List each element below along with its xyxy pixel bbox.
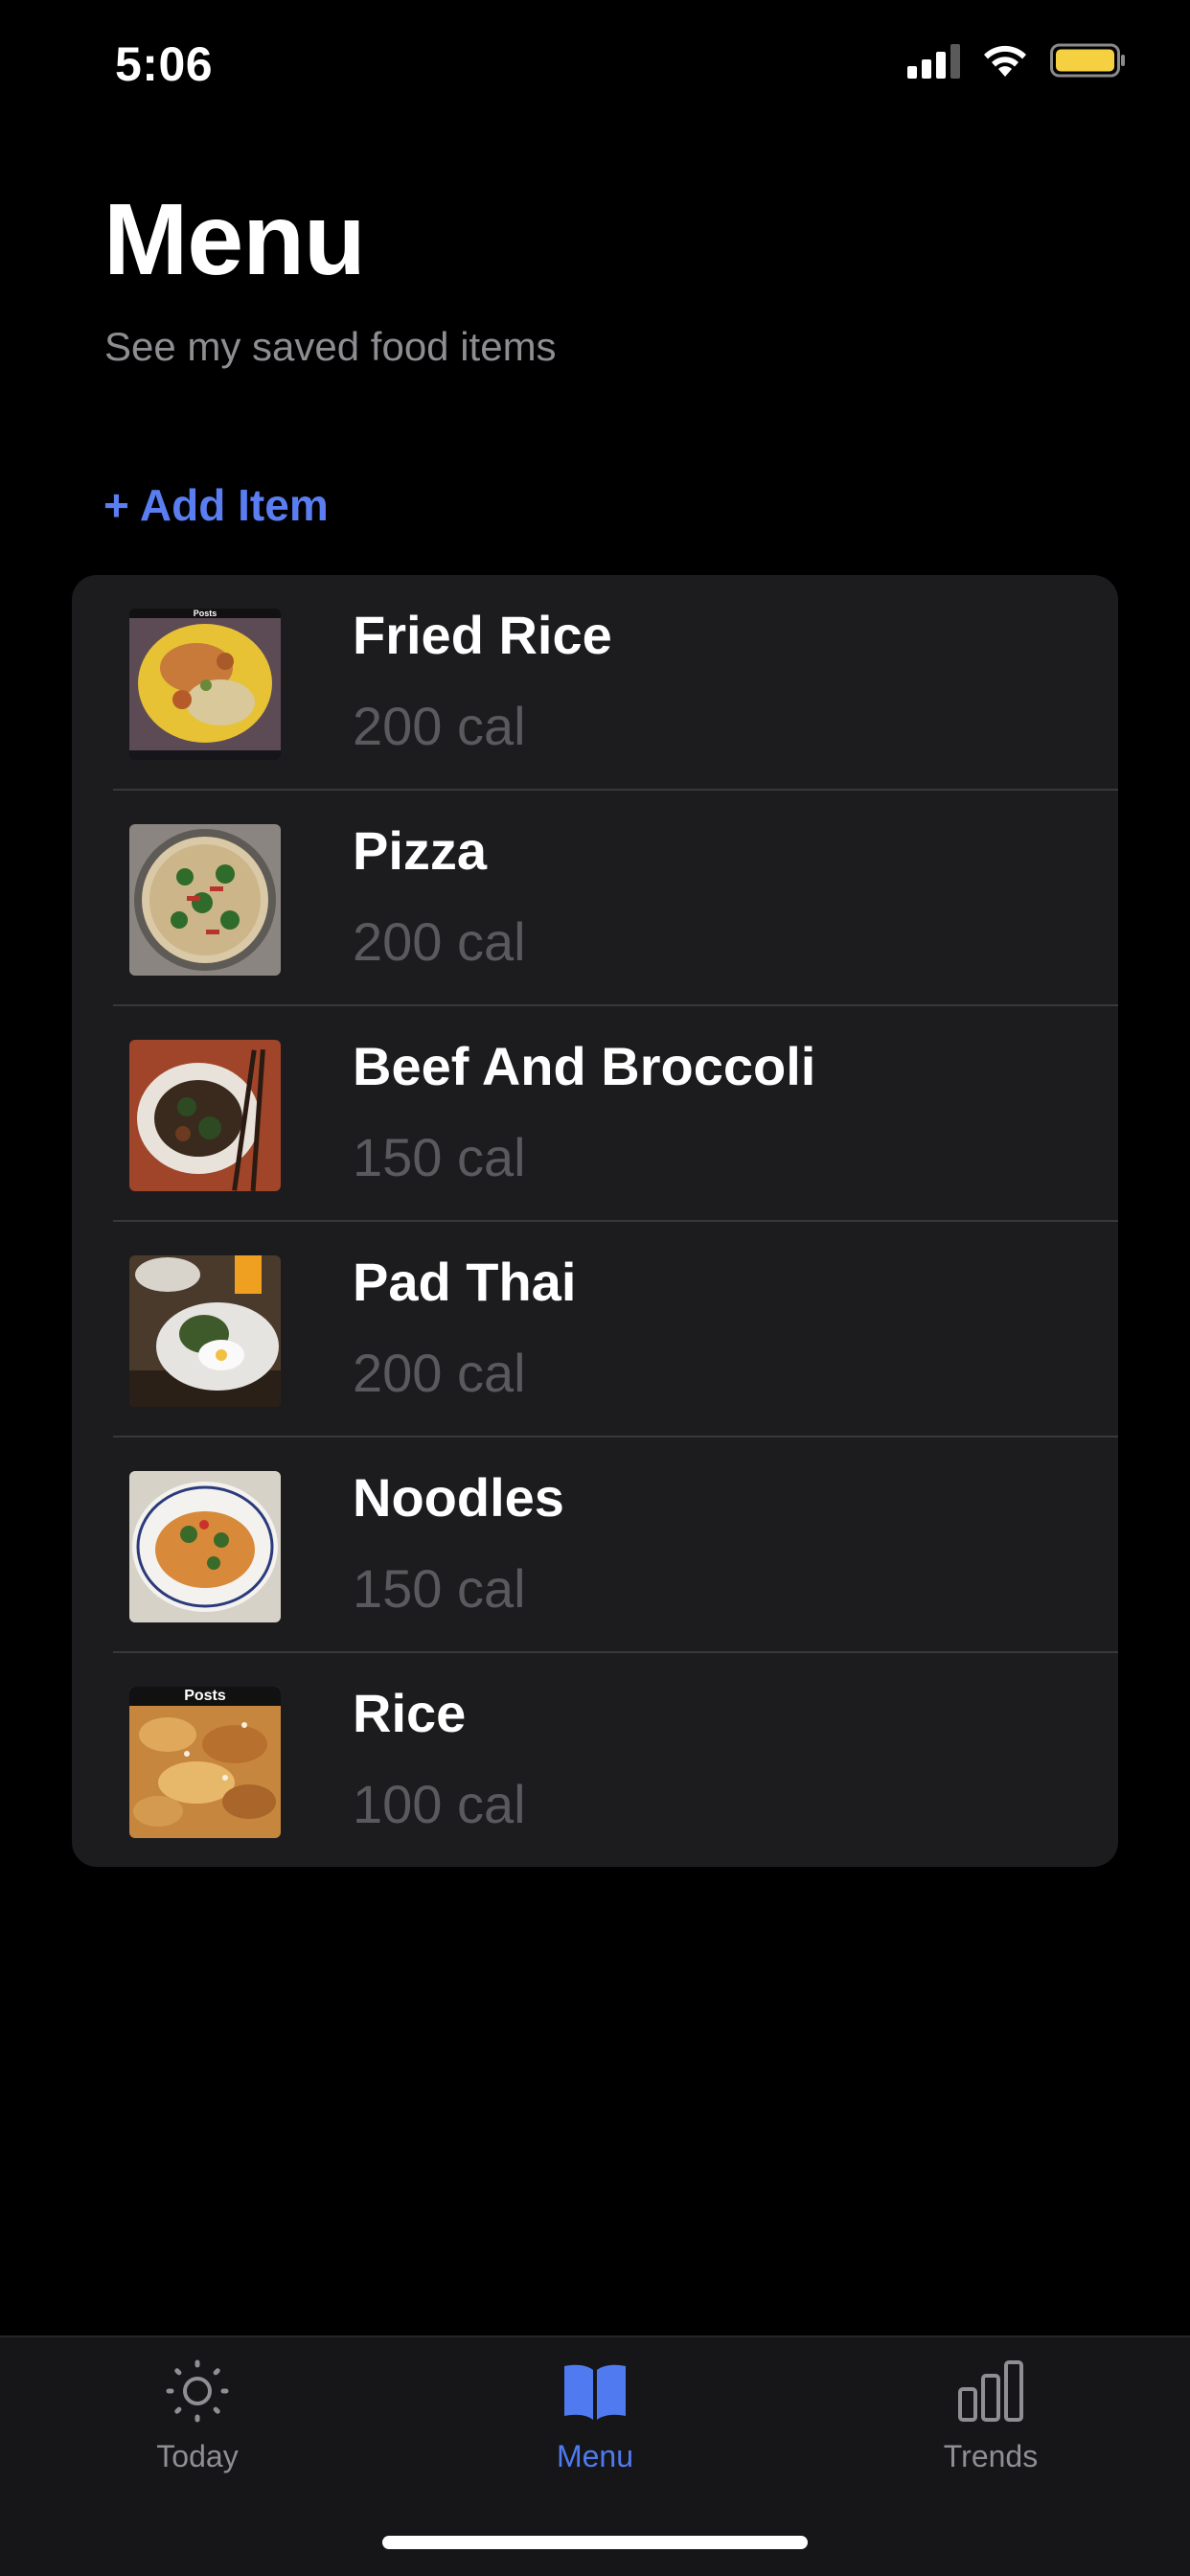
pizza-photo — [129, 824, 281, 976]
bar-chart-icon — [958, 2360, 1023, 2422]
food-item-calories: 150 cal — [353, 1558, 526, 1619]
book-icon — [564, 2364, 626, 2420]
food-item-name: Pizza — [353, 820, 488, 881]
pad-thai-photo — [129, 1255, 281, 1407]
page-title: Menu — [103, 183, 366, 296]
wifi-icon — [984, 45, 1026, 77]
fried-rice-thumb-caption: Posts — [129, 609, 281, 618]
food-item-name: Pad Thai — [353, 1252, 577, 1312]
noodles-photo — [129, 1471, 281, 1622]
tab-today-label: Today — [156, 2439, 239, 2473]
fried-rice-photo: Posts — [129, 609, 281, 760]
rice-thumb-caption: Posts — [129, 1687, 281, 1706]
tab-menu-label: Menu — [556, 2439, 634, 2473]
food-item-calories: 200 cal — [353, 1343, 526, 1403]
food-item-name: Beef And Broccoli — [353, 1036, 816, 1096]
status-icons — [907, 42, 1127, 79]
food-item-rice[interactable]: Posts Rice 100 cal — [72, 1653, 1118, 1867]
cellular-signal-icon — [907, 42, 960, 79]
food-item-name: Fried Rice — [353, 605, 612, 665]
food-item-calories: 200 cal — [353, 696, 526, 756]
page-subtitle: See my saved food items — [104, 324, 557, 369]
food-list: Posts Fried Rice 200 cal Pizza 200 cal B… — [72, 575, 1118, 1867]
food-item-calories: 100 cal — [353, 1774, 526, 1834]
status-bar: 5:06 — [0, 0, 1190, 129]
food-item-pad-thai[interactable]: Pad Thai 200 cal — [72, 1222, 1118, 1438]
food-item-noodles[interactable]: Noodles 150 cal — [72, 1438, 1118, 1653]
tab-today[interactable]: Today — [82, 2357, 312, 2500]
battery-icon — [1050, 43, 1125, 78]
beef-and-broccoli-photo — [129, 1040, 281, 1191]
tab-trends[interactable]: Trends — [876, 2357, 1106, 2500]
menu-screen: 5:06 Menu See my saved food items + Add … — [0, 0, 1190, 2576]
add-item-button[interactable]: + Add Item — [103, 479, 329, 531]
status-time: 5:06 — [115, 37, 214, 91]
tab-menu[interactable]: Menu — [480, 2357, 710, 2500]
home-indicator — [382, 2536, 808, 2549]
food-item-beef-and-broccoli[interactable]: Beef And Broccoli 150 cal — [72, 1006, 1118, 1222]
food-item-name: Rice — [353, 1683, 467, 1743]
sun-icon — [166, 2359, 229, 2423]
food-item-calories: 150 cal — [353, 1127, 526, 1187]
rice-photo: Posts — [129, 1687, 281, 1838]
food-item-pizza[interactable]: Pizza 200 cal — [72, 791, 1118, 1006]
food-item-calories: 200 cal — [353, 911, 526, 972]
tab-trends-label: Trends — [943, 2439, 1039, 2473]
food-item-fried-rice[interactable]: Posts Fried Rice 200 cal — [72, 575, 1118, 791]
food-item-name: Noodles — [353, 1467, 564, 1528]
